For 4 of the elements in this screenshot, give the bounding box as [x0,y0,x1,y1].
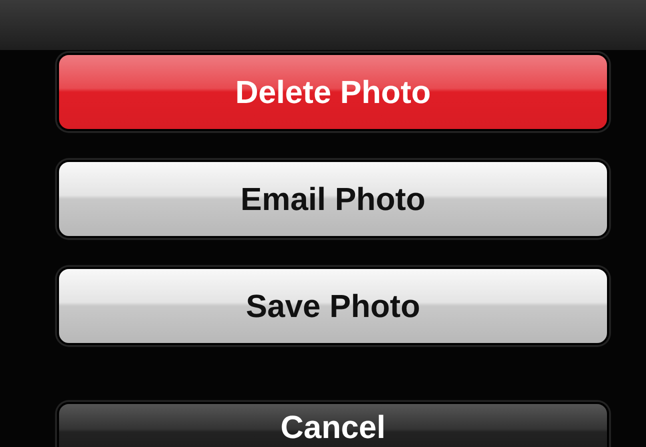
action-button[interactable]: Delete Photo [57,53,609,131]
cancel-button[interactable]: Cancel [57,402,609,447]
action-button[interactable]: Email Photo [57,160,609,238]
action-button[interactable]: Save Photo [57,267,609,345]
